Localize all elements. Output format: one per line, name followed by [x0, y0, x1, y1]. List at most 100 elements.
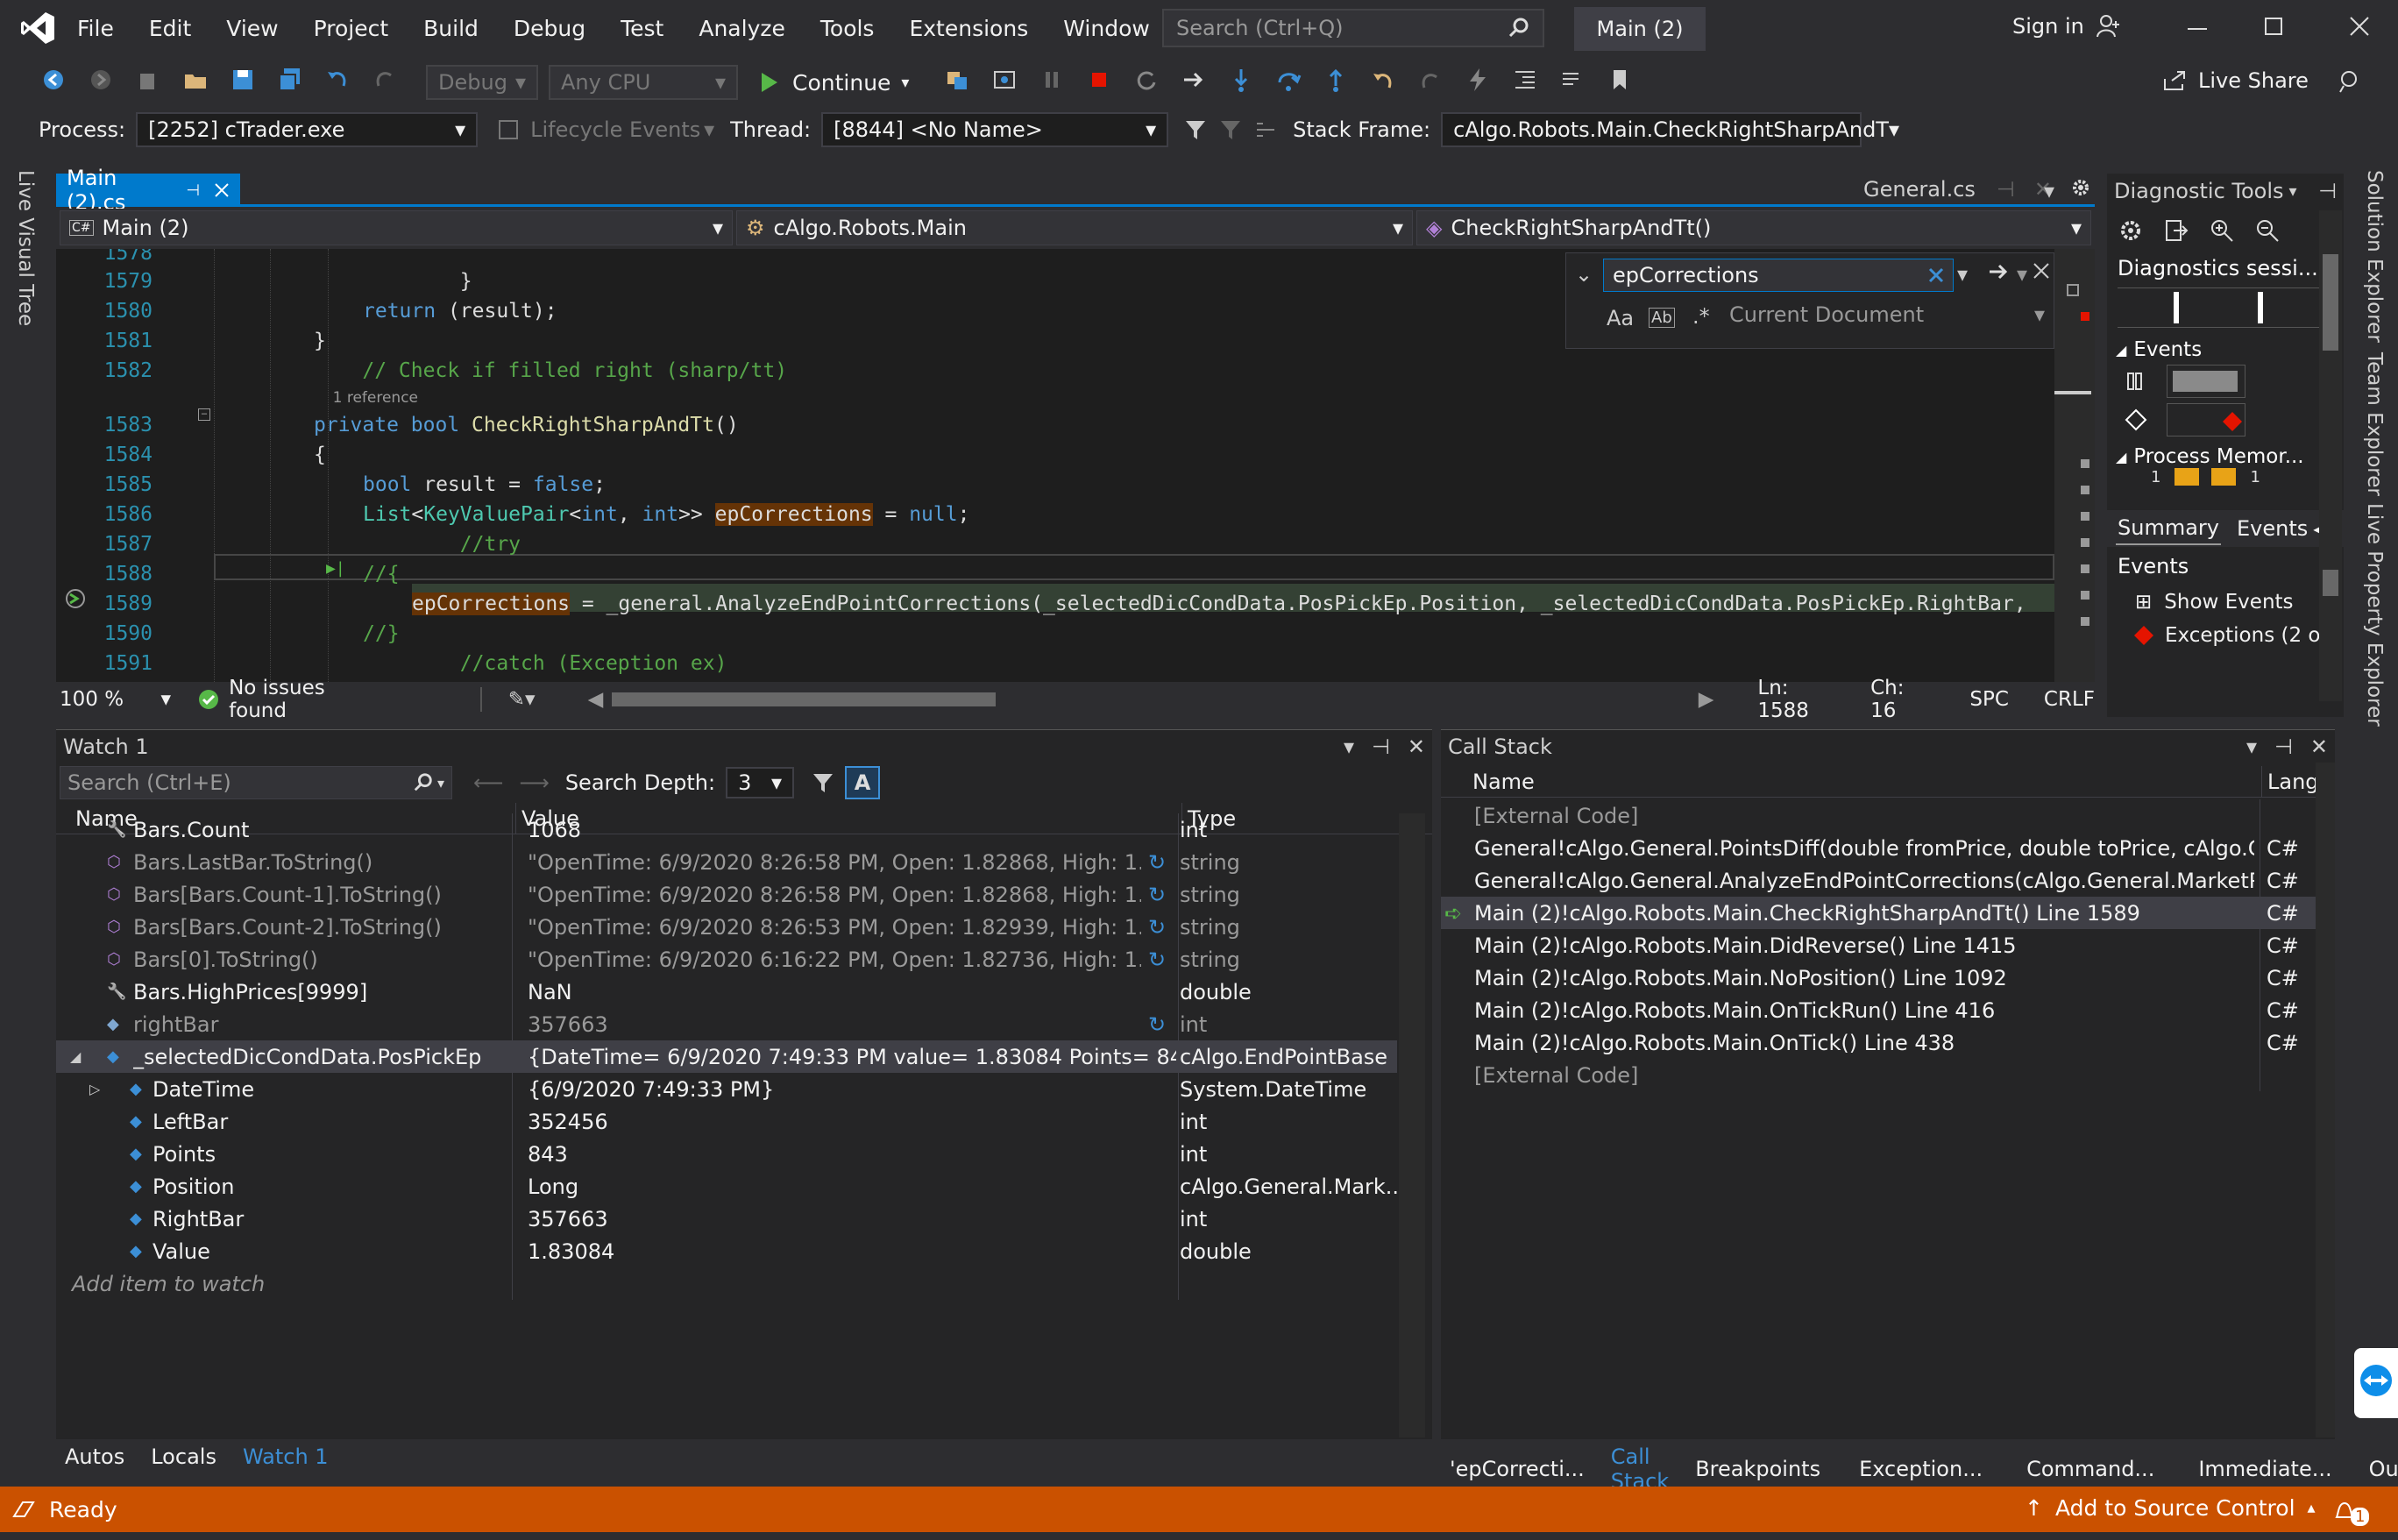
break-all-icon[interactable]: [1039, 67, 1070, 98]
expand-icon[interactable]: ▷: [89, 1081, 100, 1097]
pin-icon[interactable]: ⊣: [1997, 177, 2015, 202]
stack-frame-select[interactable]: cAlgo.Robots.Main.CheckRightSharpAndT ▾: [1441, 112, 1899, 147]
live-visual-tree-tab[interactable]: Live Visual Tree: [14, 170, 37, 326]
chevron-down-icon[interactable]: ▾: [437, 775, 444, 791]
team-explorer-tab[interactable]: Team Explorer: [2363, 352, 2386, 496]
call-stack-row[interactable]: [External Code]: [1441, 1059, 2317, 1091]
undo-edit-icon[interactable]: [1370, 67, 1401, 98]
tab-summary[interactable]: Summary: [2116, 512, 2221, 545]
horizontal-scrollbar-thumb[interactable]: [612, 692, 997, 706]
tab-output[interactable]: Output: [2369, 1457, 2398, 1481]
watch-row[interactable]: ◆ rightBar 357663 ↻ int: [56, 1008, 1397, 1040]
thread-select[interactable]: [8844] <No Name> ▾: [821, 112, 1169, 147]
pin-icon[interactable]: ⊣: [1372, 735, 1390, 759]
search-depth-select[interactable]: 3 ▾: [726, 767, 795, 798]
sign-in-button[interactable]: Sign in: [2012, 14, 2121, 39]
issues-status[interactable]: No issues found: [229, 677, 386, 722]
menu-edit[interactable]: Edit: [149, 16, 191, 41]
pin-icon[interactable]: ⊣: [2274, 735, 2293, 759]
diagnostic-scrollbar[interactable]: [2319, 210, 2342, 701]
save-icon[interactable]: [230, 67, 261, 98]
menu-project[interactable]: Project: [314, 16, 389, 41]
run-to-click-icon[interactable]: ▶|: [326, 559, 345, 578]
watch-value[interactable]: "OpenTime: 6/9/2020 8:26:58 PM, Open: 1.…: [528, 883, 1141, 907]
watch-search-input[interactable]: Search (Ctrl+E) ▾: [60, 766, 452, 799]
chevron-down-icon[interactable]: ▾: [2246, 735, 2257, 759]
watch-value[interactable]: 357663: [528, 1207, 1176, 1231]
watch-value[interactable]: {DateTime= 6/9/2020 7:49:33 PM value= 1.…: [528, 1045, 1176, 1069]
add-to-source-control-button[interactable]: ↑ Add to Source Control ▴: [2025, 1495, 2316, 1521]
watch-value[interactable]: 352456: [528, 1110, 1176, 1134]
add-watch-row[interactable]: Add item to watch: [56, 1267, 1397, 1300]
feedback-icon[interactable]: [2337, 68, 2363, 95]
live-share-button[interactable]: Live Share: [2161, 68, 2309, 93]
platform-select[interactable]: Any CPU ▾: [549, 65, 738, 100]
watch-row[interactable]: 🔧 Bars.Count 1068 int: [56, 813, 1397, 846]
redo-edit-icon[interactable]: [1417, 67, 1449, 98]
watch-row[interactable]: ◆ RightBar 357663 int: [56, 1203, 1397, 1235]
session-timeline[interactable]: [2118, 287, 2337, 328]
editor-vertical-scrollbar[interactable]: [2054, 249, 2095, 682]
tab-exception[interactable]: Exception...: [1859, 1457, 1983, 1481]
gear-icon[interactable]: [2118, 217, 2144, 244]
find-scope-select[interactable]: Current Document ▾: [1729, 302, 2045, 327]
refresh-icon[interactable]: ↻: [1148, 947, 1166, 972]
call-stack-row[interactable]: Main (2)!cAlgo.Robots.Main.NoPosition() …: [1441, 962, 2317, 994]
undo-icon[interactable]: [324, 67, 356, 98]
filter-icon[interactable]: [812, 771, 834, 794]
search-input[interactable]: Search (Ctrl+Q): [1162, 9, 1544, 47]
tab-watch-1[interactable]: Watch 1: [243, 1444, 329, 1469]
collapse-icon[interactable]: ◢: [2116, 449, 2126, 465]
close-icon[interactable]: ✕: [1408, 735, 1425, 759]
class-select[interactable]: ⚙ cAlgo.Robots.Main ▾: [736, 210, 1413, 245]
clear-icon[interactable]: [1928, 267, 1944, 283]
expand-callstack-icon[interactable]: [1254, 118, 1277, 141]
configuration-select[interactable]: Debug ▾: [426, 65, 538, 100]
watch-value[interactable]: "OpenTime: 6/9/2020 8:26:58 PM, Open: 1.…: [528, 850, 1141, 875]
split-icon[interactable]: [2067, 284, 2079, 296]
menu-analyze[interactable]: Analyze: [699, 16, 785, 41]
zoom-in-icon[interactable]: [2209, 217, 2235, 244]
watch-row[interactable]: ◆ Value 1.83084 double: [56, 1235, 1397, 1267]
watch-value[interactable]: NaN: [528, 980, 1176, 1004]
new-project-icon[interactable]: [135, 67, 167, 98]
refresh-icon[interactable]: ↻: [1148, 1012, 1166, 1037]
call-stack-scrollbar[interactable]: [2316, 763, 2335, 1437]
watch-row[interactable]: ◆ Points 843 int: [56, 1138, 1397, 1170]
tab-breakpoints[interactable]: Breakpoints: [1695, 1457, 1820, 1481]
save-all-icon[interactable]: [277, 67, 309, 98]
watch-value[interactable]: 1068: [528, 818, 1176, 842]
exceptions-link[interactable]: Exceptions (2 o: [2107, 619, 2344, 652]
chevron-down-icon[interactable]: ▾: [2289, 182, 2297, 201]
call-stack-row[interactable]: Main (2)!cAlgo.Robots.Main.OnTickRun() L…: [1441, 994, 2317, 1026]
lifecycle-events-select[interactable]: Lifecycle Events ▾: [530, 117, 714, 142]
watch-scrollbar[interactable]: [1399, 813, 1425, 1437]
match-case-icon[interactable]: Aa: [1607, 306, 1634, 330]
refresh-icon[interactable]: ↻: [1148, 850, 1166, 875]
refresh-icon[interactable]: ↻: [1148, 915, 1166, 940]
watch-value[interactable]: "OpenTime: 6/9/2020 6:16:22 PM, Open: 1.…: [528, 947, 1141, 972]
redo-icon[interactable]: [372, 67, 403, 98]
flag-threads-icon[interactable]: [1219, 118, 1242, 141]
gear-icon[interactable]: [2070, 177, 2091, 198]
menu-tools[interactable]: Tools: [820, 16, 875, 41]
watch-row[interactable]: ⬡ Bars.LastBar.ToString() "OpenTime: 6/9/2…: [56, 846, 1397, 878]
collapse-icon[interactable]: −: [198, 408, 210, 421]
tab-locals[interactable]: Locals: [151, 1444, 216, 1469]
pin-icon[interactable]: ⊣: [2318, 179, 2337, 203]
watch-row[interactable]: 🔧 Bars.HighPrices[9999] NaN double: [56, 976, 1397, 1008]
watch-value[interactable]: 357663: [528, 1012, 1141, 1037]
menu-window[interactable]: Window: [1063, 16, 1150, 41]
filter-icon[interactable]: [1184, 118, 1207, 141]
code-cleanup-icon[interactable]: ✎▾: [508, 688, 536, 711]
back-icon[interactable]: [40, 67, 72, 98]
collapse-icon[interactable]: ◢: [70, 1048, 81, 1065]
scroll-right-icon[interactable]: ▶: [1699, 688, 1714, 711]
watch-value[interactable]: "OpenTime: 6/9/2020 8:26:53 PM, Open: 1.…: [528, 915, 1141, 940]
watch-row[interactable]: ▷ ◆ DateTime {6/9/2020 7:49:33 PM} System.Da…: [56, 1073, 1397, 1105]
indent-icon[interactable]: [1512, 67, 1543, 98]
watch-row[interactable]: ◆ LeftBar 352456 int: [56, 1105, 1397, 1138]
call-stack-row[interactable]: Main (2)!cAlgo.Robots.Main.OnTick() Line…: [1441, 1026, 2317, 1059]
find-next-icon[interactable]: [1987, 260, 2010, 283]
project-select[interactable]: C# Main (2) ▾: [60, 210, 733, 245]
